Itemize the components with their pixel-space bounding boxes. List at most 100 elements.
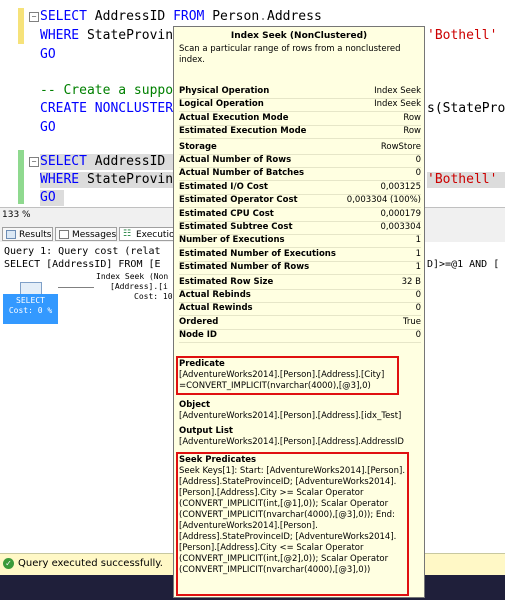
execution-plan-icon: ☷ [123,229,132,239]
code-line-create: CREATE NONCLUSTERE [40,101,181,116]
tab-results[interactable]: Results [2,227,53,241]
property-key: Estimated I/O Cost [179,181,268,192]
code-line-where-2: WHERE StateProvinc [40,172,181,188]
select-node-label: SELECT [16,296,45,305]
property-value: Index Seek [374,86,421,96]
property-row: Estimated Subtree Cost 0,003304 [179,221,421,235]
index-seek-cost: Cost: 10 [134,292,173,301]
property-row: Actual Number of Rows 0 [179,154,421,168]
property-value: 0 [415,155,421,165]
property-row: Estimated Row Size 32 B [179,276,421,290]
property-key: Estimated Row Size [179,276,274,287]
select-node[interactable]: SELECT Cost: 0 % [3,294,58,324]
property-value: 0,003125 [380,181,421,192]
property-row: Logical Operation Index Seek [179,98,421,113]
property-value: 0,003304 (100%) [346,195,421,206]
code-line-go-2: GO [40,120,56,135]
property-row: Estimated Number of Rows 1 [179,261,421,276]
property-key: Estimated CPU Cost [179,208,274,219]
seek-predicates-highlight-box [176,452,409,596]
property-key: Actual Execution Mode [179,112,289,123]
code-line-3: GO [40,47,56,62]
property-row: Storage RowStore [179,141,421,155]
tooltip-description: Scan a particular range of rows from a n… [179,44,401,65]
query-sql-line: SELECT [AddressID] FROM [E [4,259,161,270]
property-row: Number of Executions 1 [179,234,421,249]
property-row: Ordered True [179,316,421,330]
property-value: 1 [415,248,421,259]
index-seek-label[interactable]: Index Seek (Non [96,272,168,281]
code-line-1: SELECT AddressID FROM Person.Address [40,9,322,24]
property-value: 32 B [401,276,421,287]
index-seek-object: [Address].[i [110,282,168,291]
output-list-text: [AdventureWorks2014].[Person].[Address].… [179,437,404,447]
property-value: 0 [415,290,421,300]
messages-icon [59,230,69,239]
tooltip-title: Index Seek (NonClustered) [230,31,368,41]
property-value: 0 [415,168,421,179]
property-row: Physical Operation Index Seek [179,85,421,99]
property-row: Actual Rebinds 0 [179,289,421,303]
predicate-highlight-box [176,356,399,395]
select-node-cost: Cost: 0 % [8,306,53,315]
property-key: Node ID [179,330,217,341]
code-line-2: WHERE StateProvinc [40,28,181,43]
code-line-select-2: SELECT AddressID F [40,154,181,170]
object-section: Object [AdventureWorks2014].[Person].[Ad… [179,400,419,422]
property-key: Actual Rebinds [179,290,251,300]
object-text: [AdventureWorks2014].[Person].[Address].… [179,411,402,421]
grid-icon [6,230,16,239]
code-line-2-string: 'Bothell' [427,28,498,43]
property-value: 0 [415,330,421,341]
output-list-title: Output List [179,426,233,436]
zoom-level[interactable]: 133 % [2,210,31,220]
tab-messages-label: Messages [72,230,117,240]
property-key: Estimated Subtree Cost [179,222,293,232]
query-cost-line: Query 1: Query cost (relat [4,246,161,257]
code-line-where-2-string: 'Bothell' [427,172,505,188]
property-row: Estimated CPU Cost 0,000179 [179,208,421,222]
property-key: Logical Operation [179,99,264,110]
property-key: Number of Executions [179,235,285,246]
property-value: 0,003304 [380,222,421,232]
property-value: Row [403,126,421,137]
property-value: RowStore [380,141,421,152]
tab-execution-plan-label: Executio [136,230,175,240]
property-key: Storage [179,141,217,152]
property-row: Node ID 0 [179,329,421,344]
property-row: Estimated Execution Mode Row [179,125,421,140]
code-line-create-right: s(StateProv [427,101,505,116]
saved-change-marker [18,150,24,204]
property-key: Actual Number of Batches [179,168,305,179]
property-row: Estimated I/O Cost 0,003125 [179,181,421,195]
collapse-icon[interactable]: − [29,157,39,167]
property-value: True [402,316,421,327]
code-line-comment: -- Create a suppor [40,83,181,98]
property-row: Estimated Operator Cost 0,003304 (100%) [179,194,421,209]
code-line-go-3: GO [40,190,64,206]
query-sql-line-right: D]>=@1 AND [ [427,259,500,270]
change-marker [18,8,24,44]
collapse-icon[interactable]: − [29,12,39,22]
property-row: Actual Number of Batches 0 [179,167,421,182]
property-value: 1 [415,235,421,246]
tab-results-label: Results [19,230,52,240]
property-value: 0 [415,303,421,314]
operator-tooltip: Index Seek (NonClustered) Scan a particu… [173,26,425,598]
property-value: Index Seek [374,99,421,110]
property-row: Estimated Number of Executions 1 [179,248,421,262]
property-key: Estimated Number of Rows [179,262,310,273]
property-key: Estimated Execution Mode [179,126,307,137]
property-row: Actual Rewinds 0 [179,302,421,317]
property-key: Estimated Operator Cost [179,195,298,206]
property-key: Actual Rewinds [179,303,253,314]
property-key: Physical Operation [179,86,270,96]
tab-messages[interactable]: Messages [55,227,117,241]
tab-execution-plan[interactable]: ☷ Executio [119,227,175,241]
property-key: Ordered [179,316,219,327]
status-message: Query executed successfully. [18,558,163,569]
property-key: Actual Number of Rows [179,155,292,165]
property-key: Estimated Number of Executions [179,248,336,259]
property-value: 0,000179 [380,208,421,219]
success-icon: ✓ [3,558,14,569]
